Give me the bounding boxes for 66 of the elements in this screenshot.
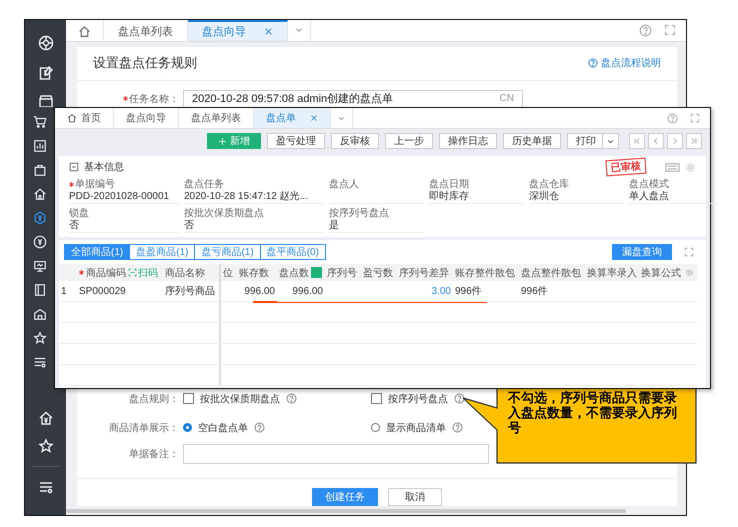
field-label: 盘点规则： (129, 392, 179, 406)
table-cell: 1 (59, 281, 77, 302)
field-value: 深圳仓 (529, 190, 560, 202)
page-title: 设置盘点任务规则 (93, 54, 197, 72)
tab-label: 盘点单列表 (191, 112, 241, 125)
column-header: 盘点整件散包 (521, 266, 581, 280)
column-header: 商品名称 (165, 266, 205, 280)
field-label: 盘点仓库 (529, 178, 569, 190)
column-header: 序列号 (327, 266, 357, 280)
option-label: 显示商品清单 (386, 422, 446, 435)
column-header: 序列号差异 (399, 266, 449, 280)
field-label: 按批次保质期盘点 (184, 208, 264, 220)
field-label: 单据编号 (75, 178, 115, 190)
field-label: 盘点日期 (429, 178, 469, 190)
option-label: 按批次保质期盘点 (200, 392, 280, 406)
field-label: 单据备注： (129, 448, 179, 461)
field-label: 盘点任务 (184, 178, 224, 190)
page-tab[interactable]: 盘点向导 (114, 108, 179, 128)
toolbar-button[interactable]: 操作日志 (439, 133, 497, 149)
field-value: 否 (69, 220, 80, 232)
field-value: 否 (184, 220, 195, 232)
field-value: 即时库存 (429, 190, 470, 202)
toolbar-button[interactable]: 盈亏处理 (267, 133, 325, 149)
page-tab[interactable]: 首页 (55, 108, 114, 128)
field-value: 是 (329, 220, 340, 232)
tab-label: 首页 (81, 112, 101, 125)
page-tab[interactable]: 盘点向导 (188, 20, 288, 41)
column-header: 盘点数 (279, 266, 309, 280)
column-header: 换算公式 (641, 266, 681, 280)
table-cell-text: 996件 (521, 285, 548, 298)
cancel-button[interactable]: 取消 (388, 488, 442, 506)
option-label: 空白盘点单 (198, 422, 248, 435)
field-value: PDD-20201028-00001 (69, 190, 170, 202)
option-label: 按序列号盘点 (388, 392, 448, 406)
approved-stamp: 已审核 (606, 158, 646, 176)
table-cell: SP000029 (79, 286, 126, 296)
field-label: 任务名称： (129, 92, 179, 106)
table-cell: 996.00 (244, 286, 275, 296)
field-value: 2020-10-28 15:47:12 赵光... (184, 190, 309, 202)
toolbar-button[interactable]: 上一步 (385, 133, 433, 149)
column-header: 换算率录入 (587, 266, 637, 280)
column-header: 账存整件散包 (455, 266, 515, 280)
callout-text: 不勾选，序列号商品只需要录入盘点数量，不需要录入序列号 (508, 391, 678, 436)
field-label: 盘点模式 (629, 178, 669, 190)
tab-label: 盘点向导 (202, 24, 246, 39)
toolbar-button[interactable]: 反审核 (331, 133, 379, 149)
field-label: 锁盘 (69, 208, 89, 220)
section-title: 基本信息 (84, 160, 124, 174)
field-value: 单人盘点 (629, 190, 670, 202)
column-header: 账存数 (239, 266, 269, 280)
tab-label: 盘点向导 (126, 112, 166, 125)
toolbar-button[interactable]: 历史单据 (503, 133, 561, 149)
table-cell-text: 序列号商品 (165, 284, 215, 298)
print-button[interactable]: 打印 (567, 133, 619, 149)
field-label: 按序列号盘点 (329, 208, 389, 220)
column-header: 商品编码 (86, 266, 126, 280)
column-header: 盈亏数 (363, 266, 393, 280)
column-header: 位 (223, 266, 233, 280)
tab-label: 盘点单列表 (118, 24, 173, 39)
table-cell: 996.00 (292, 286, 323, 296)
table-cell-text: 996件 (455, 285, 482, 298)
field-label: 商品清单展示： (109, 422, 179, 435)
tab-label: 盘点单 (266, 112, 296, 125)
help-link[interactable]: 盘点流程说明 (588, 56, 661, 70)
page-tab[interactable]: 盘点单 (254, 108, 331, 128)
field-label: 盘点人 (329, 178, 359, 190)
